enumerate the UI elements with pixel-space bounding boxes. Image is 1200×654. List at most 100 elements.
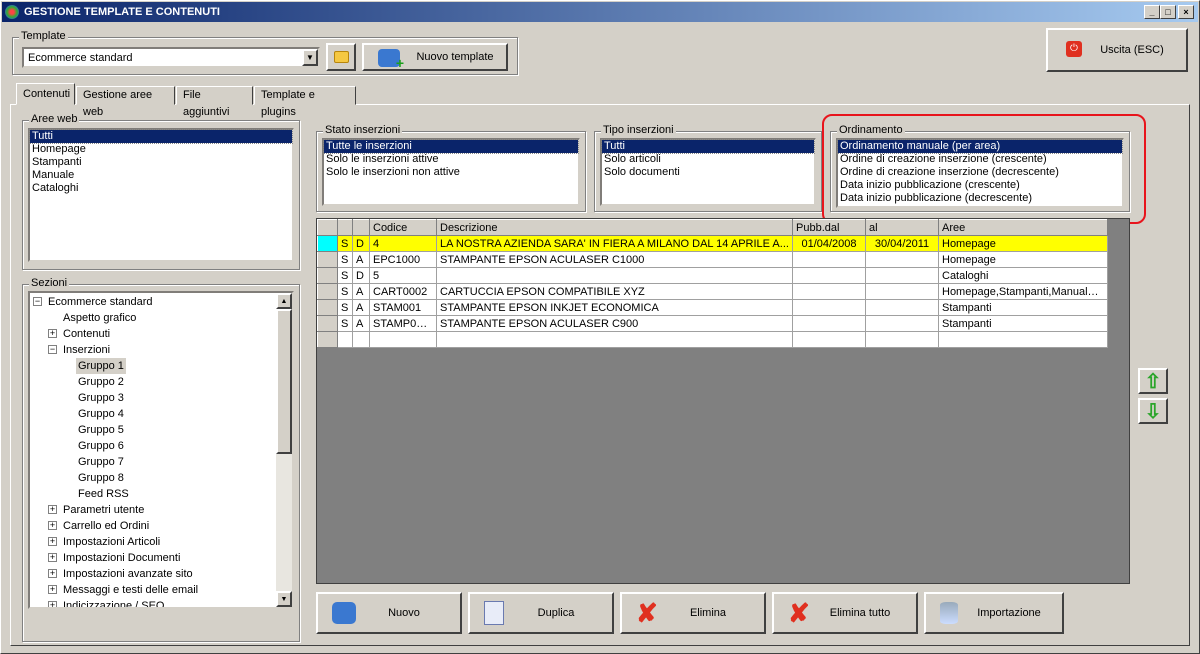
row-indicator[interactable]	[317, 283, 338, 300]
tree-item[interactable]: Contenuti	[61, 326, 112, 342]
row-indicator[interactable]	[317, 251, 338, 268]
collapse-icon[interactable]: −	[48, 345, 57, 354]
tab-contenuti[interactable]: Contenuti	[16, 83, 75, 105]
list-item[interactable]: Solo le inserzioni non attive	[324, 166, 578, 179]
open-folder-button[interactable]	[326, 43, 356, 71]
duplica-button[interactable]: Duplica	[468, 592, 614, 634]
column-header[interactable]: Codice	[369, 219, 437, 236]
tipo-list[interactable]: Tutti Solo articoli Solo documenti	[600, 138, 816, 206]
close-button[interactable]: ×	[1178, 5, 1194, 19]
folder-icon	[333, 51, 349, 63]
tree-item[interactable]: Ecommerce standard	[46, 294, 155, 310]
tab-file-aggiuntivi[interactable]: File aggiuntivi	[176, 86, 253, 118]
tree-item[interactable]: Gruppo 7	[76, 454, 126, 470]
table-cell	[436, 267, 793, 284]
row-indicator[interactable]	[317, 331, 338, 348]
row-indicator[interactable]	[317, 267, 338, 284]
tree-item[interactable]: Feed RSS	[76, 486, 131, 502]
column-header[interactable]: Descrizione	[436, 219, 793, 236]
expand-icon[interactable]: +	[48, 585, 57, 594]
tree-item[interactable]: Gruppo 6	[76, 438, 126, 454]
elimina-label: Elimina	[689, 607, 727, 619]
scroll-thumb[interactable]	[276, 309, 292, 454]
table-row[interactable]: S A STAM001 STAMPANTE EPSON INKJET ECONOMIC…	[317, 299, 1108, 316]
scroll-up-button[interactable]: ▲	[276, 293, 292, 309]
exit-button[interactable]: ⏻ Uscita (ESC)	[1046, 28, 1188, 72]
duplicate-icon	[484, 601, 504, 625]
row-indicator[interactable]	[317, 235, 338, 252]
elimina-button[interactable]: ✘ Elimina	[620, 592, 766, 634]
column-header[interactable]	[337, 219, 353, 236]
table-row[interactable]: S A STAMP0001 STAMPANTE EPSON ACULASER C900…	[317, 315, 1108, 332]
power-icon: ⏻	[1066, 41, 1082, 57]
expand-icon[interactable]: +	[48, 329, 57, 338]
column-header[interactable]: Pubb.dal	[792, 219, 866, 236]
template-select[interactable]: Ecommerce standard ▼	[22, 47, 320, 68]
list-item[interactable]: Homepage	[30, 143, 292, 156]
expand-icon[interactable]: +	[48, 537, 57, 546]
list-item[interactable]: Solo articoli	[602, 153, 814, 166]
maximize-button[interactable]: □	[1160, 5, 1176, 19]
tree-item[interactable]: Messaggi e testi delle email	[61, 582, 200, 598]
list-item[interactable]: Cataloghi	[30, 182, 292, 195]
nuovo-button[interactable]: Nuovo	[316, 592, 462, 634]
tab-gestione-aree-web[interactable]: Gestione aree web	[76, 86, 175, 118]
row-indicator[interactable]	[317, 299, 338, 316]
table-row[interactable]: S D 5 Cataloghi	[317, 267, 1108, 284]
table-cell: STAMP0001	[369, 315, 437, 332]
expand-icon[interactable]: +	[48, 601, 57, 607]
aree-web-list[interactable]: Tutti Homepage Stampanti Manuale Cataloghi	[28, 128, 294, 262]
nuovo-label: Nuovo	[388, 607, 420, 619]
move-up-button[interactable]: ⇧	[1138, 368, 1168, 394]
tab-template-plugins[interactable]: Template e plugins	[254, 86, 356, 118]
tree-item[interactable]: Gruppo 1	[76, 358, 126, 374]
tree-item[interactable]: Parametri utente	[61, 502, 146, 518]
table-cell: S	[337, 267, 353, 284]
tree-item[interactable]: Aspetto grafico	[61, 310, 138, 326]
column-header[interactable]	[317, 219, 338, 236]
sezioni-tree[interactable]: − Ecommerce standard Aspetto grafico + Conte…	[28, 291, 294, 609]
tree-item[interactable]: Impostazioni avanzate sito	[61, 566, 195, 582]
tree-item[interactable]: Impostazioni Articoli	[61, 534, 162, 550]
expand-icon[interactable]: +	[48, 505, 57, 514]
list-item[interactable]: Stampanti	[30, 156, 292, 169]
table-row[interactable]	[317, 331, 1108, 348]
stato-list[interactable]: Tutte le inserzioni Solo le inserzioni at…	[322, 138, 580, 206]
inserzioni-table[interactable]: Codice Descrizione Pubb.dal al Aree S D 4 LA NOS…	[317, 219, 1108, 348]
list-item[interactable]: Solo le inserzioni attive	[324, 153, 578, 166]
scroll-down-button[interactable]: ▼	[276, 591, 292, 607]
list-item[interactable]: Tutti	[601, 139, 815, 154]
tree-item[interactable]: Gruppo 3	[76, 390, 126, 406]
elimina-tutto-button[interactable]: ✘ Elimina tutto	[772, 592, 918, 634]
collapse-icon[interactable]: −	[33, 297, 42, 306]
tree-item[interactable]: Gruppo 5	[76, 422, 126, 438]
tree-item[interactable]: Gruppo 8	[76, 470, 126, 486]
expand-icon[interactable]: +	[48, 569, 57, 578]
list-item[interactable]: Tutti	[29, 129, 293, 144]
tree-item[interactable]: Carrello ed Ordini	[61, 518, 151, 534]
list-item[interactable]: Manuale	[30, 169, 292, 182]
move-down-button[interactable]: ⇩	[1138, 398, 1168, 424]
column-header[interactable]: Aree	[938, 219, 1108, 236]
list-item[interactable]: Solo documenti	[602, 166, 814, 179]
tree-item[interactable]: Gruppo 4	[76, 406, 126, 422]
new-template-button[interactable]: + Nuovo template	[362, 43, 508, 71]
table-row[interactable]: S A CART0002 CARTUCCIA EPSON COMPATIBILE XY…	[317, 283, 1108, 300]
tree-item[interactable]: Gruppo 2	[76, 374, 126, 390]
tree-item[interactable]: Impostazioni Documenti	[61, 550, 182, 566]
expand-icon[interactable]: +	[48, 521, 57, 530]
tree-item[interactable]: Inserzioni	[61, 342, 112, 358]
list-item[interactable]: Tutte le inserzioni	[323, 139, 579, 154]
chevron-down-icon[interactable]: ▼	[302, 49, 318, 66]
template-select-value: Ecommerce standard	[28, 52, 133, 64]
minimize-button[interactable]: _	[1144, 5, 1160, 19]
row-indicator[interactable]	[317, 315, 338, 332]
column-header[interactable]: al	[865, 219, 939, 236]
column-header[interactable]	[352, 219, 370, 236]
importazione-button[interactable]: Importazione	[924, 592, 1064, 634]
table-row[interactable]: S A EPC1000 STAMPANTE EPSON ACULASER C1000 H…	[317, 251, 1108, 268]
tree-scrollbar[interactable]: ▲ ▼	[276, 293, 292, 607]
expand-icon[interactable]: +	[48, 553, 57, 562]
tree-item[interactable]: Indicizzazione / SEO	[61, 598, 167, 607]
table-row[interactable]: S D 4 LA NOSTRA AZIENDA SARA' IN FIERA A MI…	[317, 235, 1108, 252]
